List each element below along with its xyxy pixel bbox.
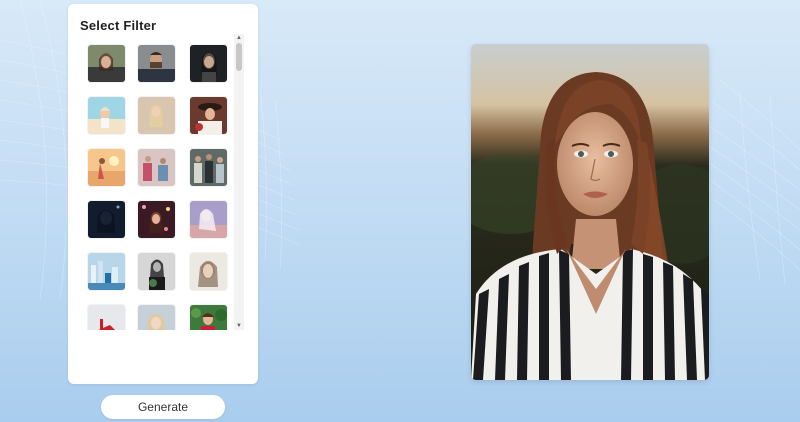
filter-thumbnail-grid — [86, 40, 236, 330]
filter-thumbnail[interactable] — [88, 305, 125, 330]
filter-panel-title: Select Filter — [80, 18, 157, 33]
filter-thumbnail[interactable] — [190, 97, 227, 134]
generate-button[interactable]: Generate — [101, 395, 225, 419]
filter-panel: Select Filter ▲ ▼ — [68, 4, 258, 384]
filter-thumbnail[interactable] — [88, 45, 125, 82]
scrollbar-thumb[interactable] — [236, 43, 242, 71]
filter-page: Select Filter ▲ ▼ Generate — [0, 0, 800, 422]
filter-thumbnail[interactable] — [190, 45, 227, 82]
scroll-up-arrow-icon[interactable]: ▲ — [234, 34, 244, 42]
filter-thumbnail[interactable] — [190, 305, 227, 330]
filter-thumbnail[interactable] — [138, 97, 175, 134]
filter-scrollbar[interactable]: ▲ ▼ — [234, 34, 244, 330]
filter-thumbnail[interactable] — [88, 201, 125, 238]
filter-thumbnail[interactable] — [190, 149, 227, 186]
filter-thumbnail[interactable] — [138, 201, 175, 238]
scroll-down-arrow-icon[interactable]: ▼ — [234, 322, 244, 330]
preview-portrait — [471, 44, 709, 380]
filter-thumbnail[interactable] — [138, 149, 175, 186]
filter-thumbnail[interactable] — [88, 149, 125, 186]
filter-thumbnail[interactable] — [190, 201, 227, 238]
filter-thumbnail[interactable] — [88, 97, 125, 134]
filter-thumbnail[interactable] — [190, 253, 227, 290]
filter-thumbnail[interactable] — [138, 45, 175, 82]
filter-thumbnail[interactable] — [88, 253, 125, 290]
preview-image — [471, 44, 709, 380]
filter-thumbnail[interactable] — [138, 253, 175, 290]
filter-thumbnail[interactable] — [138, 305, 175, 330]
